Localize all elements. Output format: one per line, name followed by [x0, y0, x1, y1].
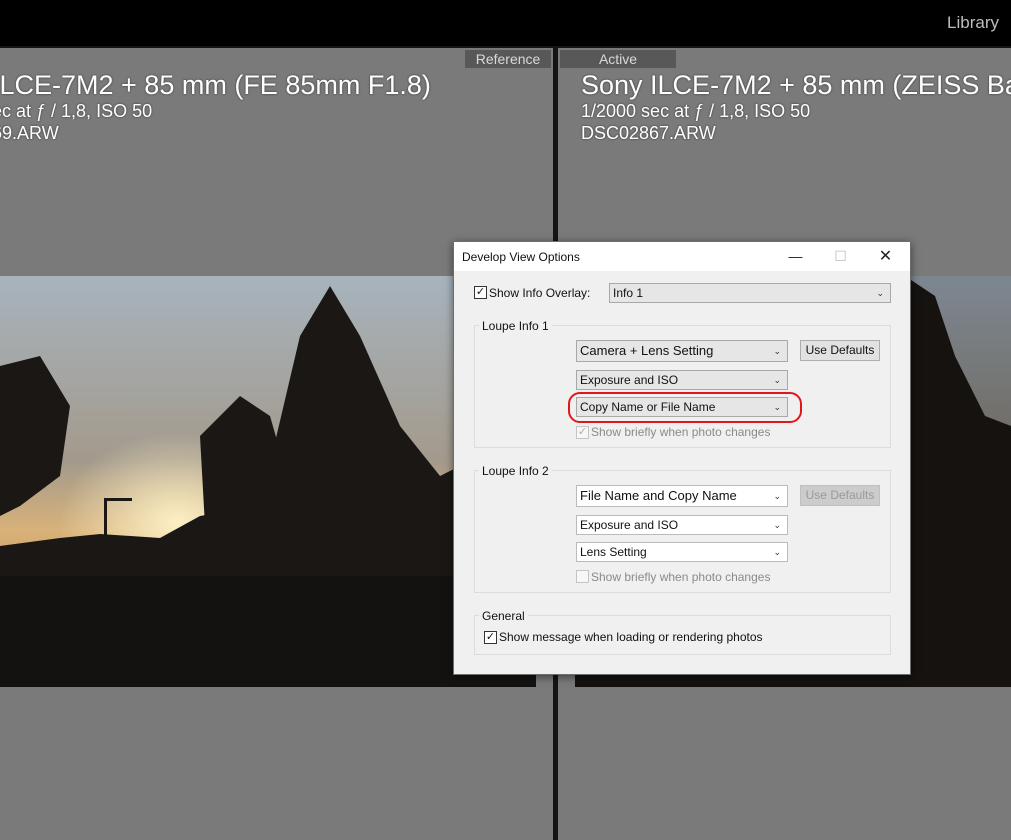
- chevron-down-icon: ⌄: [773, 520, 781, 530]
- close-button[interactable]: ✕: [863, 242, 908, 271]
- reference-info-line2: ec at ƒ / 1,8, ISO 50: [0, 101, 153, 121]
- loupe-info-1-title: Loupe Info 1: [479, 319, 552, 333]
- show-info-overlay-checkbox[interactable]: ✓: [474, 286, 487, 299]
- loupe1-use-defaults-button[interactable]: Use Defaults: [800, 340, 880, 361]
- loupe1-line1-select[interactable]: Camera + Lens Setting ⌄: [576, 340, 788, 362]
- loupe2-line1-value: File Name and Copy Name: [580, 488, 737, 503]
- loupe2-line2-select[interactable]: Exposure and ISO ⌄: [576, 515, 788, 535]
- active-info-line1: Sony ILCE-7M2 + 85 mm (ZEISS Ba: [581, 70, 1011, 100]
- reference-info-line1: ILCE-7M2 + 85 mm (FE 85mm F1.8): [0, 70, 431, 100]
- active-info-line3: DSC02867.ARW: [581, 123, 716, 143]
- dialog-titlebar[interactable]: Develop View Options — ☐ ✕: [454, 242, 910, 271]
- loupe2-show-briefly-checkbox[interactable]: [576, 570, 589, 583]
- chevron-down-icon: ⌄: [773, 547, 781, 557]
- top-bar: Library: [0, 0, 1011, 46]
- show-message-checkbox[interactable]: ✓: [484, 631, 497, 644]
- chevron-down-icon: ⌄: [876, 288, 884, 298]
- chevron-down-icon: ⌄: [773, 491, 781, 501]
- loupe2-line3-select[interactable]: Lens Setting ⌄: [576, 542, 788, 562]
- show-message-label: Show message when loading or rendering p…: [499, 630, 763, 644]
- develop-view-options-dialog: Develop View Options — ☐ ✕ ✓ Show Info O…: [453, 241, 911, 675]
- reference-info-overlay: ILCE-7M2 + 85 mm (FE 85mm F1.8) ec at ƒ …: [0, 70, 431, 144]
- active-info-overlay: Sony ILCE-7M2 + 85 mm (ZEISS Ba 1/2000 s…: [581, 70, 1011, 144]
- loupe2-line1-select[interactable]: File Name and Copy Name ⌄: [576, 485, 788, 507]
- dialog-title: Develop View Options: [462, 250, 580, 264]
- show-info-overlay-label: Show Info Overlay:: [489, 286, 591, 300]
- loupe1-show-briefly-label: Show briefly when photo changes: [591, 425, 771, 439]
- loupe-info-2-title: Loupe Info 2: [479, 464, 552, 478]
- loupe1-line2-select[interactable]: Exposure and ISO ⌄: [576, 370, 788, 390]
- loupe2-use-defaults-button[interactable]: Use Defaults: [800, 485, 880, 506]
- loupe1-line2-value: Exposure and ISO: [580, 373, 679, 387]
- loupe2-line3-value: Lens Setting: [580, 545, 647, 559]
- info-overlay-select[interactable]: Info 1 ⌄: [609, 283, 891, 303]
- loupe1-line1-value: Camera + Lens Setting: [580, 343, 714, 358]
- chevron-down-icon: ⌄: [773, 375, 781, 385]
- active-info-line2: 1/2000 sec at ƒ / 1,8, ISO 50: [581, 101, 811, 121]
- chevron-down-icon: ⌄: [773, 346, 781, 356]
- reference-info-line3: 69.ARW: [0, 123, 59, 143]
- active-tag: Active: [560, 50, 676, 68]
- info-overlay-select-value: Info 1: [613, 286, 644, 300]
- minimize-button[interactable]: —: [773, 242, 818, 271]
- loupe1-show-briefly-checkbox[interactable]: ✓: [576, 426, 589, 439]
- general-title: General: [479, 609, 528, 623]
- loupe2-line2-value: Exposure and ISO: [580, 518, 679, 532]
- loupe2-show-briefly-label: Show briefly when photo changes: [591, 570, 771, 584]
- reference-tag: Reference: [465, 50, 551, 68]
- module-library-label[interactable]: Library: [947, 13, 999, 33]
- maximize-button[interactable]: ☐: [818, 242, 863, 271]
- highlight-annotation: [568, 392, 802, 423]
